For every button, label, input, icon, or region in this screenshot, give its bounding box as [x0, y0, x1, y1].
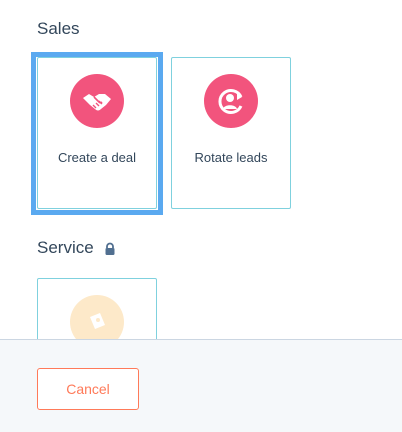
- create-deal-card[interactable]: Create a deal: [37, 57, 157, 209]
- cancel-button[interactable]: Cancel: [37, 368, 139, 410]
- footer-bar: Cancel: [0, 339, 402, 432]
- workflow-action-panel: Sales Create a deal Rotate leads Service: [0, 0, 402, 432]
- rotate-user-icon: [204, 74, 258, 128]
- handshake-icon: [70, 74, 124, 128]
- service-title-text: Service: [37, 238, 94, 257]
- section-title-sales: Sales: [37, 19, 80, 38]
- section-title-service: Service: [37, 238, 117, 258]
- create-deal-label: Create a deal: [57, 150, 137, 165]
- lock-icon: [103, 241, 117, 255]
- rotate-leads-card[interactable]: Rotate leads: [171, 57, 291, 209]
- rotate-leads-label: Rotate leads: [194, 150, 268, 165]
